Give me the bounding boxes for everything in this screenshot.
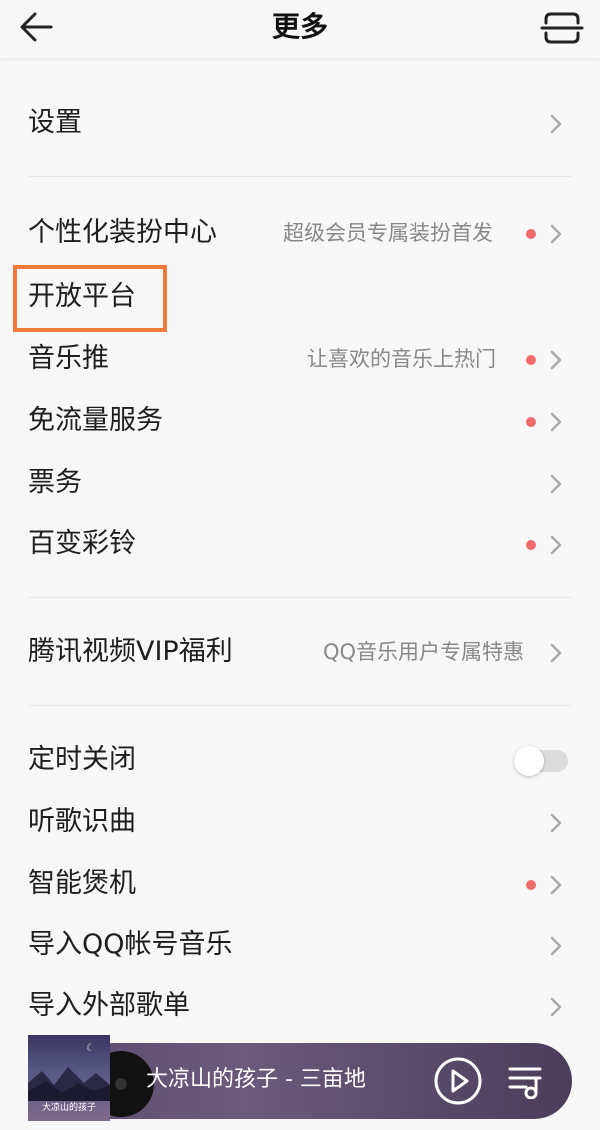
sleep-timer-toggle[interactable]: [514, 746, 568, 776]
menu-item-label: 定时关闭: [28, 744, 136, 775]
chevron-right-icon: [550, 936, 562, 956]
red-dot-badge: [526, 880, 536, 890]
menu-item-free-data[interactable]: 免流量服务: [0, 392, 600, 450]
menu-item-dress-up-center[interactable]: 个性化装扮中心 超级会员专属装扮首发: [0, 204, 600, 262]
play-icon: [434, 1057, 482, 1105]
toggle-knob: [514, 746, 544, 776]
menu-item-label: 设置: [28, 107, 82, 138]
chevron-right-icon: [550, 474, 562, 494]
menu-item-ringtones[interactable]: 百变彩铃: [0, 515, 600, 573]
chevron-right-icon: [550, 875, 562, 895]
page-title: 更多: [271, 10, 328, 43]
menu-item-label: 腾讯视频VIP福利: [28, 636, 233, 667]
now-playing-title[interactable]: 大凉山的孩子 - 三亩地: [146, 1065, 366, 1095]
chevron-right-icon: [550, 643, 562, 663]
scan-icon: [540, 12, 584, 44]
top-bar: 更多: [0, 0, 600, 58]
chevron-right-icon: [550, 997, 562, 1017]
scan-button[interactable]: [540, 9, 584, 47]
playlist-button[interactable]: [506, 1063, 546, 1100]
highlight-box: [13, 265, 167, 332]
menu-item-subtitle: 让喜欢的音乐上热门: [307, 347, 496, 371]
menu-item-label: 百变彩铃: [28, 528, 136, 559]
menu-item-label: 音乐推: [28, 343, 109, 374]
menu-item-tickets[interactable]: 票务: [0, 454, 600, 512]
menu-item-import-qq-music[interactable]: 导入QQ帐号音乐: [0, 916, 600, 974]
playlist-icon: [508, 1067, 542, 1100]
menu-item-music-promote[interactable]: 音乐推 让喜欢的音乐上热门: [0, 330, 600, 388]
menu-item-tencent-video-vip[interactable]: 腾讯视频VIP福利 QQ音乐用户专属特惠: [0, 623, 600, 681]
menu-item-label: 智能煲机: [28, 868, 136, 899]
menu-item-subtitle: 超级会员专属装扮首发: [283, 221, 493, 245]
menu-item-label: 个性化装扮中心: [28, 217, 217, 248]
red-dot-badge: [526, 540, 536, 550]
album-cover-title: 大凉山的孩子: [41, 1103, 96, 1113]
chevron-right-icon: [550, 114, 562, 134]
chevron-right-icon: [550, 224, 562, 244]
divider: [28, 705, 572, 706]
menu-item-settings[interactable]: 设置: [0, 94, 600, 152]
menu-item-import-external-playlist[interactable]: 导入外部歌单: [0, 977, 600, 1035]
divider: [28, 597, 572, 598]
menu-item-label: 免流量服务: [28, 405, 163, 436]
play-button[interactable]: [433, 1056, 483, 1106]
menu-item-smart-burn-in[interactable]: 智能煲机: [0, 855, 600, 913]
moon-icon: ☾: [86, 1043, 95, 1054]
red-dot-badge: [526, 229, 536, 239]
chevron-right-icon: [550, 412, 562, 432]
red-dot-badge: [526, 355, 536, 365]
mini-player[interactable]: ☾ 大凉山的孩子 大凉山的孩子 - 三亩地: [28, 1035, 572, 1121]
menu-item-label: 票务: [28, 467, 82, 498]
divider: [28, 176, 572, 177]
menu-item-sleep-timer[interactable]: 定时关闭: [0, 731, 600, 789]
chevron-right-icon: [550, 535, 562, 555]
chevron-right-icon: [550, 813, 562, 833]
mountain-art: [28, 1067, 110, 1101]
album-cover[interactable]: ☾ 大凉山的孩子: [28, 1035, 110, 1121]
menu-item-label: 导入QQ帐号音乐: [28, 929, 233, 960]
menu-item-subtitle: QQ音乐用户专属特惠: [323, 640, 525, 664]
menu-item-label: 听歌识曲: [28, 806, 136, 837]
menu-item-song-recognition[interactable]: 听歌识曲: [0, 793, 600, 851]
red-dot-badge: [526, 417, 536, 427]
chevron-right-icon: [550, 350, 562, 370]
menu-item-label: 导入外部歌单: [28, 990, 190, 1021]
